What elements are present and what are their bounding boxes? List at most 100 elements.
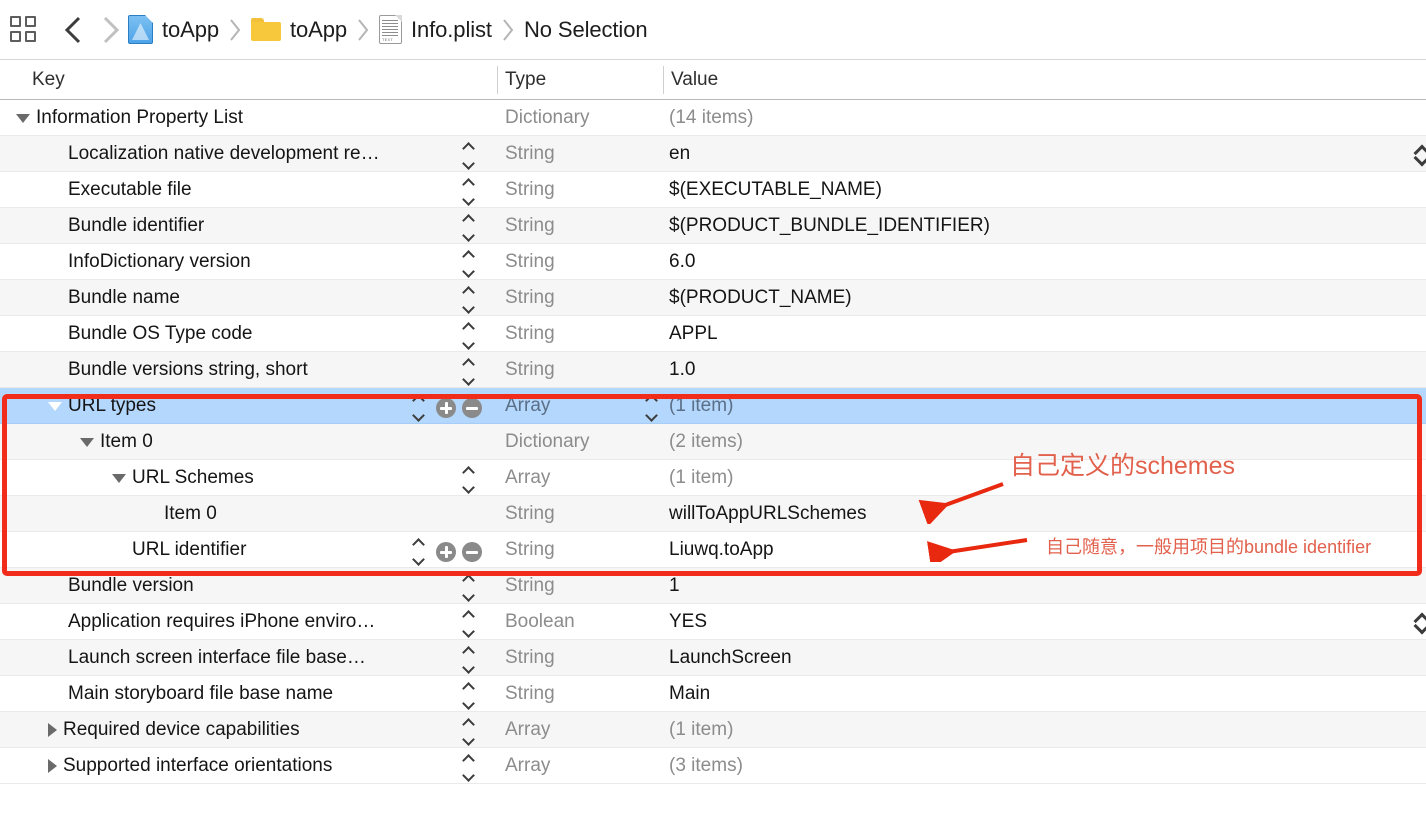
row-value-cell[interactable]: en [669,136,1420,172]
row-value-cell[interactable]: APPL [669,316,1420,352]
chevron-up-icon[interactable] [463,143,474,150]
row-key-cell[interactable]: Item 0 [0,424,497,460]
row-type-cell[interactable]: Array [505,460,663,496]
row-type-cell[interactable]: String [505,172,663,208]
row-type-cell[interactable]: String [505,208,663,244]
row-type-cell[interactable]: String [505,532,663,568]
add-row-button[interactable] [436,398,456,418]
row-type-cell[interactable]: String [505,568,663,604]
row-key-cell[interactable]: Application requires iPhone enviro… [0,604,497,640]
table-row[interactable]: Information Property List Dictionary (14 i… [0,100,1426,136]
table-row[interactable]: Item 0 Dictionary (2 items) [0,424,1426,460]
row-key-cell[interactable]: Bundle identifier [0,208,497,244]
row-value-cell[interactable]: (3 items) [669,748,1420,784]
table-row[interactable]: Item 0 String willToAppURLSchemes [0,496,1426,532]
chevron-down-icon[interactable] [463,627,474,634]
chevron-up-icon[interactable] [463,215,474,222]
table-row[interactable]: Bundle identifier String $(PRODUCT_BUNDLE_… [0,208,1426,244]
row-key-cell[interactable]: Information Property List [0,100,497,136]
table-row[interactable]: Supported interface orientations Array (3 … [0,748,1426,784]
row-type-cell[interactable]: Array [505,388,663,424]
row-type-stepper[interactable] [460,323,476,346]
chevron-up-icon[interactable] [463,683,474,690]
row-type-cell[interactable]: Array [505,748,663,784]
table-row[interactable]: Bundle name String $(PRODUCT_NAME) [0,280,1426,316]
chevron-up-icon[interactable] [463,719,474,726]
row-type-cell[interactable]: String [505,676,663,712]
chevron-down-icon[interactable] [463,735,474,742]
chevron-up-icon[interactable] [463,359,474,366]
row-key-cell[interactable]: URL Schemes [0,460,497,496]
row-value-cell[interactable]: willToAppURLSchemes [669,496,1420,532]
chevron-down-icon[interactable] [463,339,474,346]
row-key-cell[interactable]: Bundle OS Type code [0,316,497,352]
table-row[interactable]: Application requires iPhone enviro… Boole… [0,604,1426,640]
row-type-stepper[interactable] [460,467,476,490]
row-type-cell[interactable]: Boolean [505,604,663,640]
grid-icon[interactable] [10,15,38,44]
row-key-cell[interactable]: Item 0 [0,496,497,532]
row-type-stepper[interactable] [460,647,476,670]
row-type-stepper[interactable] [460,755,476,778]
row-key-cell[interactable]: Localization native development re… [0,136,497,172]
disclosure-triangle-expanded[interactable] [48,401,62,411]
row-key-cell[interactable]: Supported interface orientations [0,748,497,784]
chevron-up-icon[interactable] [463,575,474,582]
chevron-down-icon[interactable] [463,159,474,166]
row-type-cell[interactable]: String [505,352,663,388]
disclosure-triangle-expanded[interactable] [80,437,94,447]
row-key-cell[interactable]: InfoDictionary version [0,244,497,280]
row-value-cell[interactable]: (2 items) [669,424,1420,460]
row-edge-chevron-icon[interactable] [1414,141,1426,167]
row-type-cell[interactable]: Dictionary [505,424,663,460]
row-value-cell[interactable]: LaunchScreen [669,640,1420,676]
chevron-down-icon[interactable] [463,771,474,778]
row-type-stepper[interactable] [410,395,426,418]
row-value-cell[interactable]: 1 [669,568,1420,604]
row-value-cell[interactable]: (1 item) [669,388,1420,424]
row-type-cell[interactable]: String [505,496,663,532]
chevron-down-icon[interactable] [463,303,474,310]
chevron-up-icon[interactable] [413,395,424,402]
row-type-stepper[interactable] [460,251,476,274]
add-row-button[interactable] [436,542,456,562]
chevron-up-icon[interactable] [463,251,474,258]
disclosure-triangle-collapsed[interactable] [48,723,57,737]
row-key-cell[interactable]: Bundle version [0,568,497,604]
table-row[interactable]: InfoDictionary version String 6.0 [0,244,1426,280]
breadcrumb-item-folder[interactable]: toApp [251,17,347,43]
row-type-stepper[interactable] [460,611,476,634]
row-type-cell[interactable]: String [505,640,663,676]
row-type-stepper[interactable] [460,215,476,238]
row-type-stepper[interactable] [460,143,476,166]
chevron-down-icon[interactable] [463,663,474,670]
column-header-value[interactable]: Value [671,60,718,100]
row-value-cell[interactable]: (1 item) [669,712,1420,748]
table-row[interactable]: URL identifier String Liuwq.toApp [0,532,1426,568]
chevron-down-icon[interactable] [463,699,474,706]
row-value-cell[interactable]: YES [669,604,1420,640]
row-value-cell[interactable]: (1 item) [669,460,1420,496]
row-key-cell[interactable]: Main storyboard file base name [0,676,497,712]
table-row[interactable]: URL Schemes Array (1 item) [0,460,1426,496]
breadcrumb-item-selection[interactable]: No Selection [524,17,648,43]
remove-row-button[interactable] [462,542,482,562]
disclosure-triangle-collapsed[interactable] [48,759,57,773]
row-type-cell[interactable]: String [505,136,663,172]
row-type-cell[interactable]: String [505,316,663,352]
row-type-cell[interactable]: String [505,244,663,280]
chevron-down-icon[interactable] [463,267,474,274]
breadcrumb-item-file[interactable]: TEXT Info.plist [379,15,492,44]
chevron-down-icon[interactable] [413,555,424,562]
chevron-down-icon[interactable] [413,411,424,418]
row-key-cell[interactable]: Executable file [0,172,497,208]
table-row[interactable]: Bundle OS Type code String APPL [0,316,1426,352]
row-type-stepper[interactable] [460,683,476,706]
table-row[interactable]: Main storyboard file base name String Main [0,676,1426,712]
row-edge-chevron-icon[interactable] [1414,609,1426,635]
row-value-cell[interactable]: (14 items) [669,100,1420,136]
row-value-cell[interactable]: $(PRODUCT_NAME) [669,280,1420,316]
chevron-down-icon[interactable] [463,483,474,490]
table-row[interactable]: Launch screen interface file base… String… [0,640,1426,676]
chevron-up-icon[interactable] [463,647,474,654]
